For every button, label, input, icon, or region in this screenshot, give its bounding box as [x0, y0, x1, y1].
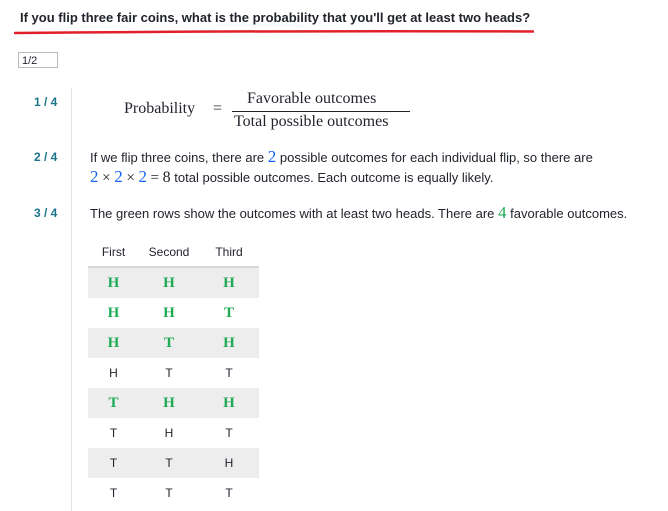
table-row: THT	[88, 418, 259, 448]
step-3-line: The green rows show the outcomes with at…	[90, 203, 627, 223]
question-text: If you flip three fair coins, what is th…	[20, 10, 531, 25]
header-second: Second	[148, 245, 190, 259]
formula-numerator: Favorable outcomes	[247, 90, 377, 107]
formula-lhs: Probability	[124, 100, 196, 117]
table-cell: H	[107, 304, 120, 321]
table-cell: T	[165, 456, 173, 470]
formula-denominator: Total possible outcomes	[234, 113, 389, 130]
table-cell: T	[109, 426, 118, 440]
answer-input[interactable]: 1/2	[18, 52, 58, 68]
table-cell: H	[223, 334, 235, 351]
table-cell: T	[225, 366, 233, 380]
header-first: First	[101, 245, 126, 259]
step-2-line-2: 2 × 2 × 2 = 8 total possible outcomes. E…	[90, 167, 493, 187]
outcomes-per-flip: 2	[267, 147, 277, 166]
step-2-line-1: If we flip three coins, there are 2 poss…	[90, 147, 593, 167]
total-outcomes: 8	[162, 169, 171, 186]
times-op-2: ×	[126, 170, 135, 186]
table-cell: H	[163, 394, 175, 411]
table-cell: H	[163, 304, 175, 321]
table-cell: T	[108, 394, 119, 411]
table-cell: H	[164, 426, 174, 440]
table-row: HHH	[88, 268, 259, 298]
table-row: TTT	[88, 478, 259, 508]
table-cell: H	[224, 456, 234, 470]
table-cell: H	[107, 334, 120, 351]
table-row: TTH	[88, 448, 259, 478]
table-row: HTT	[88, 358, 259, 388]
table-cell: H	[163, 274, 175, 291]
table-cell: H	[109, 366, 118, 380]
step-number-2: 2 / 4	[34, 150, 58, 164]
table-cell: T	[165, 486, 173, 500]
table-cell: T	[109, 456, 118, 470]
table-cell: T	[163, 334, 174, 351]
table-cell: H	[223, 394, 235, 411]
step-3-text-b: favorable outcomes.	[510, 206, 628, 221]
table-cell: H	[107, 274, 120, 291]
table-row: THH	[88, 388, 259, 418]
step-2-text-c: total possible outcomes. Each outcome is…	[174, 170, 494, 185]
step-2-text-b: possible outcomes for each individual fl…	[279, 150, 593, 165]
table-row: HHT	[88, 298, 259, 328]
table-cell: T	[223, 304, 234, 321]
table-header: First Second Third	[88, 240, 259, 268]
table-row: HTH	[88, 328, 259, 358]
fraction-bar	[232, 111, 410, 112]
outcomes-table: First Second Third HHHHHTHTHHTTTHHTHTTTH…	[88, 240, 259, 508]
table-body: HHHHHTHTHHTTTHHTHTTTHTTT	[88, 268, 259, 508]
equals-op: =	[150, 170, 160, 186]
times-op-1: ×	[102, 170, 111, 186]
step-number-1: 1 / 4	[34, 95, 58, 109]
factor-a: 2	[90, 167, 99, 186]
hint-divider	[71, 88, 72, 511]
table-cell: T	[165, 366, 173, 380]
red-underline	[14, 29, 534, 35]
step-2-text-a: If we flip three coins, there are	[90, 150, 265, 165]
factor-c: 2	[138, 167, 147, 186]
header-third: Third	[215, 245, 243, 259]
formula-equals: =	[213, 100, 223, 117]
table-cell: T	[109, 486, 118, 500]
favorable-count: 4	[498, 203, 507, 222]
table-cell: T	[225, 426, 233, 440]
step-number-3: 3 / 4	[34, 206, 58, 220]
table-cell: T	[225, 486, 233, 500]
step-3-text-a: The green rows show the outcomes with at…	[90, 206, 495, 221]
table-cell: H	[223, 274, 235, 291]
factor-b: 2	[114, 167, 123, 186]
